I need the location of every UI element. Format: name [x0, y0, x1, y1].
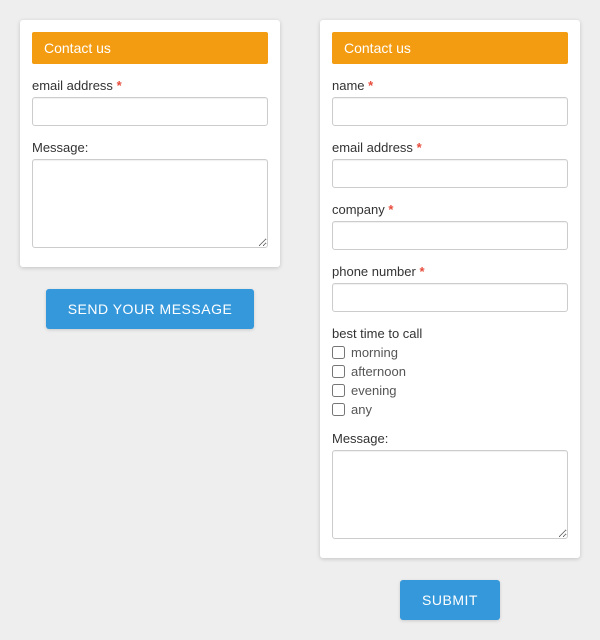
company-label-text: company [332, 202, 385, 217]
contact-card-extended: Contact us name * email address * compan… [320, 20, 580, 558]
email-label: email address * [32, 78, 268, 93]
email-label-text: email address [332, 140, 413, 155]
message-field[interactable] [332, 450, 568, 539]
checkbox-any[interactable] [332, 403, 345, 416]
card-header: Contact us [32, 32, 268, 64]
checkbox-evening[interactable] [332, 384, 345, 397]
message-field[interactable] [32, 159, 268, 248]
required-mark: * [417, 140, 422, 155]
email-label: email address * [332, 140, 568, 155]
email-field[interactable] [332, 159, 568, 188]
required-mark: * [368, 78, 373, 93]
card-header: Contact us [332, 32, 568, 64]
phone-label: phone number * [332, 264, 568, 279]
required-mark: * [388, 202, 393, 217]
submit-button[interactable]: SUBMIT [400, 580, 500, 620]
checkbox-morning[interactable] [332, 346, 345, 359]
name-label-text: name [332, 78, 365, 93]
option-evening: evening [351, 383, 397, 398]
option-any: any [351, 402, 372, 417]
contact-card-simple: Contact us email address * Message: [20, 20, 280, 267]
company-field[interactable] [332, 221, 568, 250]
best-time-label: best time to call [332, 326, 568, 341]
email-field[interactable] [32, 97, 268, 126]
phone-field[interactable] [332, 283, 568, 312]
company-label: company * [332, 202, 568, 217]
required-mark: * [117, 78, 122, 93]
option-afternoon: afternoon [351, 364, 406, 379]
checkbox-afternoon[interactable] [332, 365, 345, 378]
email-label-text: email address [32, 78, 113, 93]
name-field[interactable] [332, 97, 568, 126]
message-label: Message: [32, 140, 268, 155]
option-morning: morning [351, 345, 398, 360]
required-mark: * [419, 264, 424, 279]
phone-label-text: phone number [332, 264, 416, 279]
message-label: Message: [332, 431, 568, 446]
name-label: name * [332, 78, 568, 93]
send-message-button[interactable]: SEND YOUR MESSAGE [46, 289, 255, 329]
